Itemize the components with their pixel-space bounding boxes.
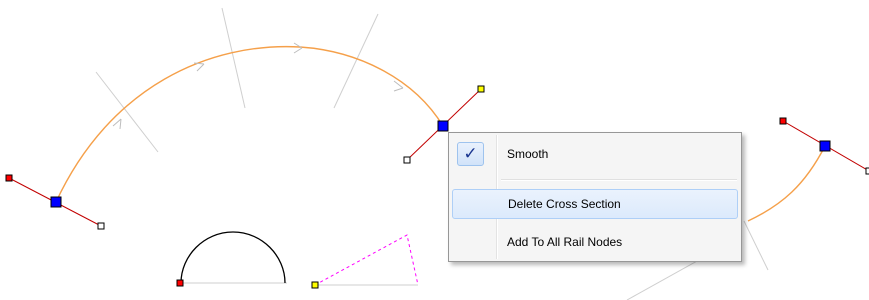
menu-item-label: Smooth [507,147,549,161]
profile-alt-marker[interactable] [311,281,319,289]
handle-alt-marker[interactable] [477,85,485,93]
guide-line [221,7,246,109]
rail-node-marker[interactable] [437,120,449,132]
menu-item-label: Add To All Rail Nodes [507,235,623,249]
handle-start-marker[interactable] [5,174,13,182]
direction-arrow [293,42,303,54]
context-menu: ✓ Smooth Delete Cross Section Add To All… [448,132,742,262]
triangle-profile[interactable] [314,234,419,286]
menu-item-delete-cross-section[interactable]: Delete Cross Section [452,189,738,219]
menu-item-add-to-all-rail-nodes[interactable]: Add To All Rail Nodes [452,228,738,258]
guide-line [743,220,769,271]
guide-line [333,13,379,109]
handle-end-marker[interactable] [403,156,411,164]
rail-curve[interactable] [55,45,444,203]
menu-separator [501,179,737,181]
rail-curve[interactable] [747,145,826,222]
menu-item-label: Delete Cross Section [508,197,621,211]
guide-line [95,71,159,153]
direction-arrow [112,118,122,130]
handle-start-marker[interactable] [779,117,787,125]
rail-node-marker[interactable] [819,140,831,152]
profile-start-marker[interactable] [176,279,184,287]
handle-end-marker[interactable] [97,222,105,230]
check-icon: ✓ [457,142,484,166]
semicircle-profile[interactable] [180,231,286,284]
rail-node-marker[interactable] [50,196,62,208]
menu-item-smooth[interactable]: ✓ Smooth [452,140,738,170]
